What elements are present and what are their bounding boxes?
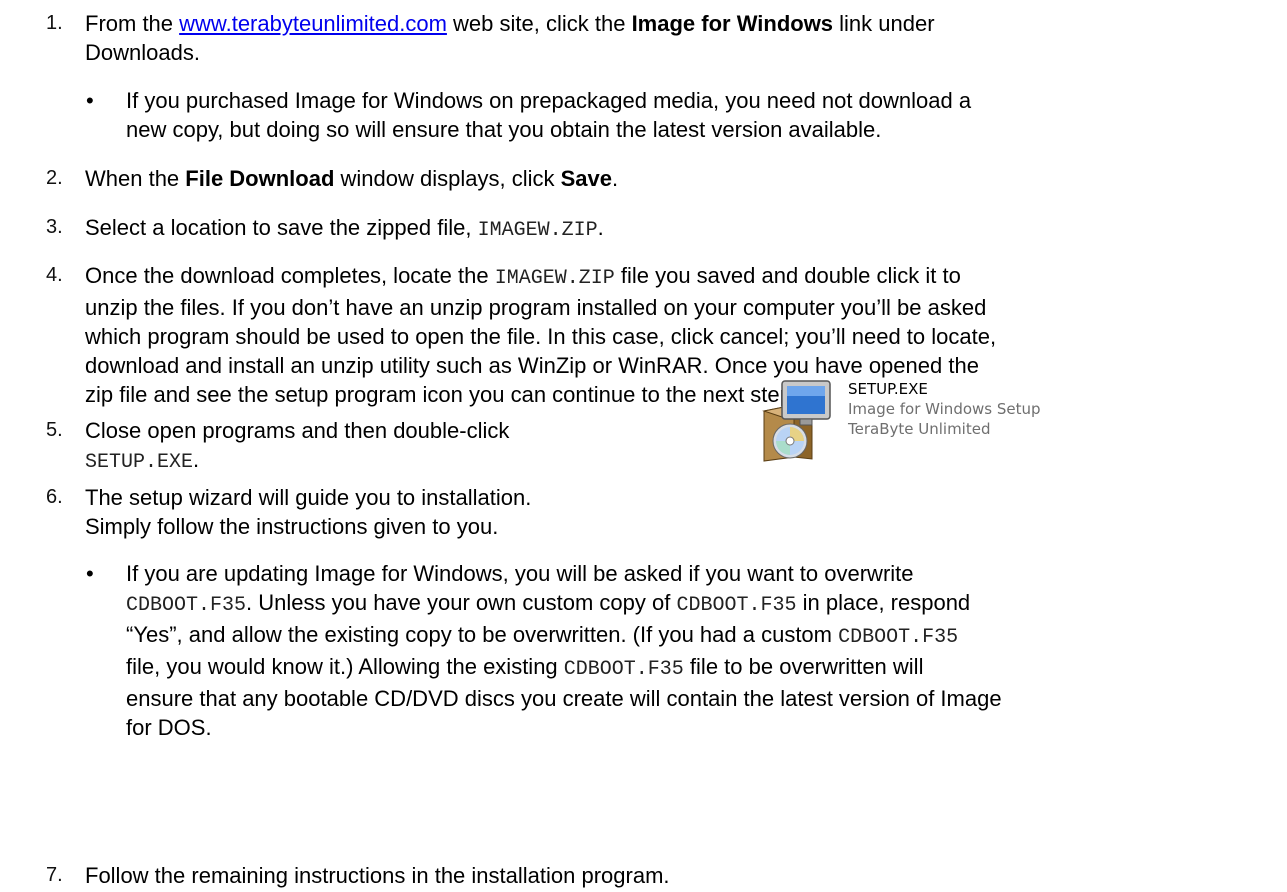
text-run: Select a location to save the zipped fil… <box>85 215 478 240</box>
step-text: Close open programs and then double-clic… <box>85 416 509 477</box>
text-run: in place, respond <box>796 590 971 615</box>
text-run: Simply follow the instructions given to … <box>85 514 499 539</box>
text-run: “Yes”, and allow the existing copy to be… <box>126 622 839 647</box>
setup-filename: SETUP.EXE <box>848 380 928 398</box>
step-number: 2. <box>46 167 63 189</box>
step-number: 5. <box>46 419 63 441</box>
text-run: for DOS. <box>126 715 212 740</box>
code-filename: CDBOOT.F35 <box>838 626 959 649</box>
text-run: . <box>193 447 200 472</box>
text-run: new copy, but doing so will ensure that … <box>126 117 882 142</box>
text-run: . Unless you have your own custom copy o… <box>246 590 677 615</box>
step-text: Follow the remaining instructions in the… <box>85 861 670 890</box>
text-run: The setup wizard will guide you to insta… <box>85 485 532 510</box>
text-run: file you saved and double click it to <box>614 263 961 288</box>
code-filename: CDBOOT.F35 <box>126 594 247 617</box>
setup-file-details: SETUP.EXE Image for Windows Setup TeraBy… <box>848 379 1041 439</box>
step-text: When the File Download window displays, … <box>85 164 618 193</box>
text-run: Downloads. <box>85 40 200 65</box>
step-number: 6. <box>46 486 63 508</box>
bold-term: Save <box>560 166 612 191</box>
setup-exe-file-tile[interactable]: SETUP.EXE Image for Windows Setup TeraBy… <box>760 377 1090 467</box>
text-run: link under <box>833 11 935 36</box>
text-run: ensure that any bootable CD/DVD discs yo… <box>126 686 1002 711</box>
text-run: Once the download completes, locate the <box>85 263 495 288</box>
bullet-icon: • <box>86 88 94 113</box>
text-run: which program should be used to open the… <box>85 324 997 349</box>
text-run: file to be overwritten will <box>683 654 924 679</box>
code-filename: IMAGEW.ZIP <box>494 267 615 290</box>
code-filename: CDBOOT.F35 <box>563 658 684 681</box>
text-run: Follow the remaining instructions in the… <box>85 863 670 888</box>
step-number: 3. <box>46 216 63 238</box>
text-run: . <box>597 215 604 240</box>
bullet-icon: • <box>86 561 94 586</box>
text-run: web site, click the <box>446 11 632 36</box>
bold-term: Image for Windows <box>631 11 834 36</box>
step-number: 4. <box>46 264 63 286</box>
text-run: file, you would know it.) Allowing the e… <box>126 654 564 679</box>
setup-description: Image for Windows Setup <box>848 400 1041 418</box>
text-run: When the <box>85 166 186 191</box>
step-text: The setup wizard will guide you to insta… <box>85 483 531 541</box>
step-text: From the www.terabyteunlimited.com web s… <box>85 9 935 67</box>
text-run: If you purchased Image for Windows on pr… <box>126 88 972 113</box>
terabyte-website-link[interactable]: www.terabyteunlimited.com <box>179 11 447 36</box>
text-run: Close open programs and then double-clic… <box>85 418 510 443</box>
bullet-text: If you purchased Image for Windows on pr… <box>126 86 971 144</box>
text-run: unzip the files. If you don’t have an un… <box>85 295 987 320</box>
setup-company: TeraByte Unlimited <box>848 420 991 438</box>
step-text: Select a location to save the zipped fil… <box>85 213 604 245</box>
text-run: download and install an unzip utility su… <box>85 353 979 378</box>
bullet-text: If you are updating Image for Windows, y… <box>126 559 1002 742</box>
code-filename: IMAGEW.ZIP <box>477 219 598 242</box>
text-run: From the <box>85 11 180 36</box>
text-run: zip file and see the setup program icon … <box>85 382 799 407</box>
step-number: 1. <box>46 12 63 34</box>
text-run: window displays, click <box>334 166 561 191</box>
text-run: If you are updating Image for Windows, y… <box>126 561 914 586</box>
step-number: 7. <box>46 864 63 886</box>
code-filename: CDBOOT.F35 <box>676 594 797 617</box>
text-run: . <box>611 166 619 191</box>
setup-installer-icon <box>760 377 840 463</box>
bold-term: File Download <box>185 166 335 191</box>
code-filename: SETUP.EXE <box>85 451 194 474</box>
